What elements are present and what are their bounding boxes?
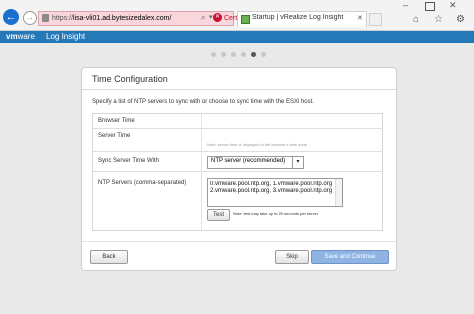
title-divider <box>82 89 396 90</box>
browser-time-row: Browser Time <box>93 114 382 129</box>
skip-button[interactable]: Skip <box>275 250 309 264</box>
forward-arrow-icon[interactable]: → <box>23 11 37 25</box>
sync-label: Sync Server Time With <box>98 158 160 164</box>
description: Specify a list of NTP servers to sync wi… <box>92 99 314 105</box>
gear-icon[interactable]: ⚙ <box>456 14 465 25</box>
ntp-servers-label: NTP Servers (comma-separated) <box>98 180 187 186</box>
browser-toolbar: ← → https://lisa-vli01.ad.bytesizedalex.… <box>0 0 474 31</box>
certificate-error-icon[interactable]: ✕ <box>213 13 222 22</box>
product-name: Log Insight <box>46 32 86 41</box>
test-note: Note: test may take up to 20 seconds per… <box>233 211 319 216</box>
minimize-icon[interactable]: – <box>403 0 408 10</box>
back-arrow-icon[interactable]: ← <box>3 9 19 25</box>
wizard-step-dot <box>261 52 266 57</box>
ntp-servers-textarea[interactable]: 0.vmware.pool.ntp.org, 1.vmware.pool.ntp… <box>207 178 343 207</box>
ntp-servers-value: 0.vmware.pool.ntp.org, 1.vmware.pool.ntp… <box>210 181 332 194</box>
tab-title: Startup | vRealize Log Insight <box>252 14 344 21</box>
server-time-note: Note: server time is displayed in the br… <box>207 142 307 147</box>
server-time-row: Server Time Note: server time is display… <box>93 129 382 152</box>
test-button[interactable]: Test <box>207 209 230 221</box>
time-configuration-card: Time Configuration Specify a list of NTP… <box>81 67 397 271</box>
chevron-down-icon[interactable]: ▾ <box>292 157 303 168</box>
new-tab-button[interactable] <box>369 13 382 26</box>
sync-select[interactable]: NTP server (recommended) ▾ <box>207 156 304 169</box>
maximize-icon[interactable] <box>425 2 435 11</box>
chevron-down-icon[interactable]: ▾ <box>209 13 213 23</box>
close-icon[interactable]: ✕ <box>357 14 363 22</box>
wizard-step-dot <box>211 52 216 57</box>
app-header: vmware Log Insight <box>0 31 474 43</box>
home-icon[interactable]: ⌂ <box>413 14 419 25</box>
wizard-step-dot <box>231 52 236 57</box>
tab-favicon-icon <box>241 15 250 24</box>
server-time-label: Server Time <box>98 133 131 139</box>
window-close-icon[interactable]: ✕ <box>449 0 457 11</box>
sync-select-value: NTP server (recommended) <box>211 158 286 164</box>
lock-icon <box>42 14 49 22</box>
address-bar[interactable]: https://lisa-vli01.ad.bytesizedalex.com/… <box>38 11 272 26</box>
ntp-servers-row: NTP Servers (comma-separated) 0.vmware.p… <box>93 172 382 230</box>
url-host: lisa-vli01.ad.bytesizedalex.com/ <box>73 15 172 22</box>
vmware-logo: vmware <box>6 32 35 41</box>
browser-time-label: Browser Time <box>98 118 135 124</box>
browser-tab[interactable]: Startup | vRealize Log Insight ✕ <box>237 11 367 27</box>
wizard-step-dot <box>221 52 226 57</box>
url-prefix: https:// <box>52 15 74 22</box>
page-title: Time Configuration <box>92 74 168 84</box>
wizard-step-dot <box>241 52 246 57</box>
star-icon[interactable]: ☆ <box>434 14 443 25</box>
save-and-continue-button[interactable]: Save and Continue <box>311 250 389 264</box>
wizard-step-dot <box>251 52 256 57</box>
textarea-scrollbar[interactable] <box>335 179 342 206</box>
url-text[interactable]: https://lisa-vli01.ad.bytesizedalex.com/ <box>52 13 200 24</box>
search-icon[interactable]: ⌕ <box>201 13 205 23</box>
time-form: Browser Time Server Time Note: server ti… <box>92 113 383 231</box>
footer-divider <box>82 241 396 242</box>
back-button[interactable]: Back <box>90 250 128 264</box>
sync-row: Sync Server Time With NTP server (recomm… <box>93 152 382 172</box>
